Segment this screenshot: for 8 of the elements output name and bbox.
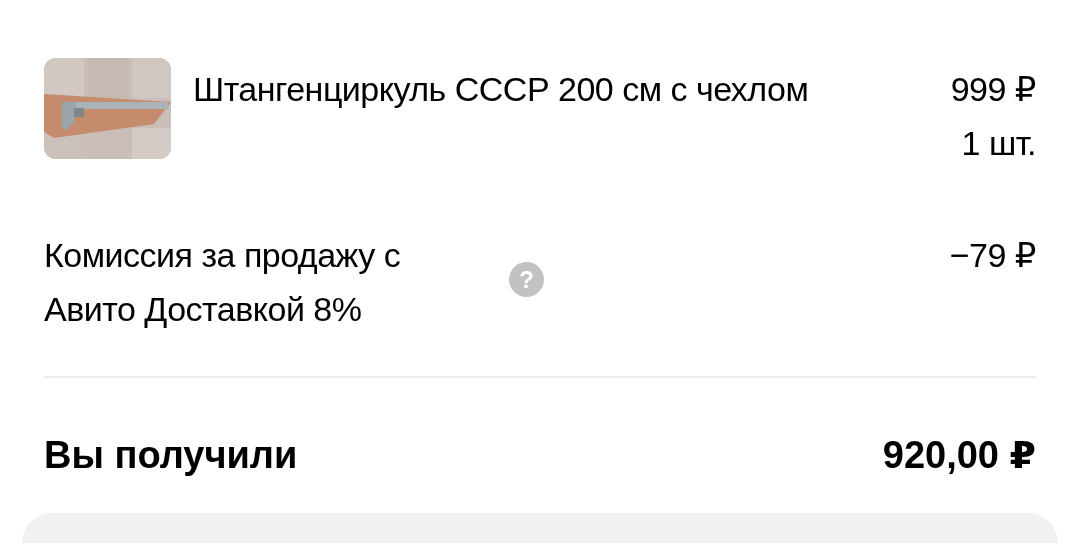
commission-label: Комиссия за продажу с Авито Доставкой 8%: [44, 235, 402, 330]
product-title: Штангенциркуль СССР 200 см с чехлом: [193, 69, 810, 110]
help-icon[interactable]: ?: [509, 262, 544, 297]
total-label: Вы получили: [44, 433, 298, 478]
total-amount: 920,00 ₽: [882, 433, 1036, 478]
commission-amount: −79 ₽: [949, 235, 1036, 276]
product-price: 999 ₽: [950, 69, 1036, 110]
product-quantity: 1 шт.: [961, 123, 1036, 164]
